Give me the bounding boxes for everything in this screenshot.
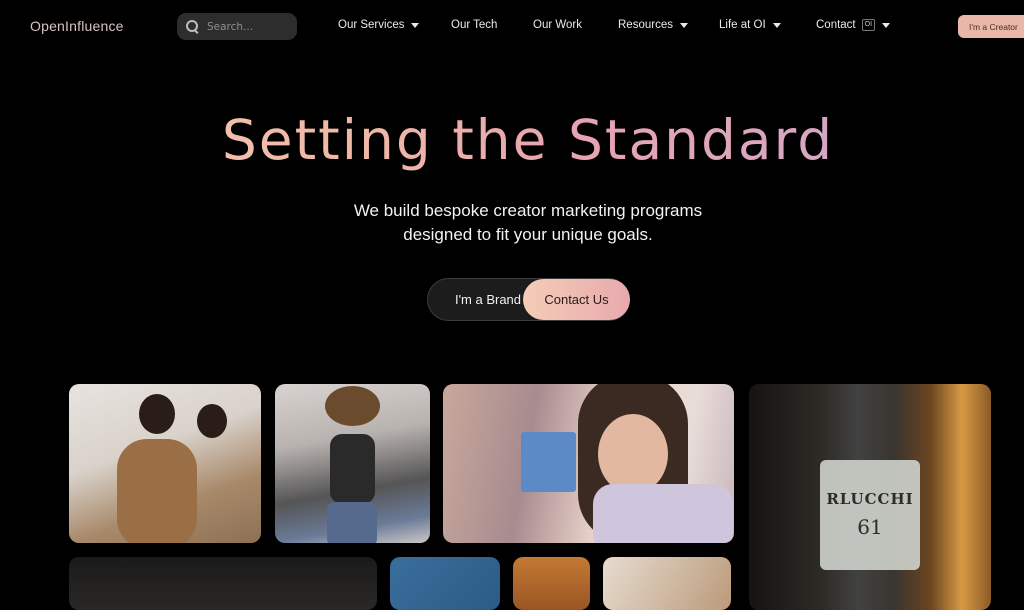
- search-box[interactable]: [177, 13, 297, 40]
- search-input[interactable]: [207, 20, 287, 33]
- gallery-image-creator-phone[interactable]: [443, 384, 734, 543]
- nav-resources[interactable]: Resources: [618, 19, 688, 31]
- wine-label: RLUCCHI 61: [820, 460, 920, 570]
- chevron-down-icon: [679, 22, 688, 28]
- wine-label-number: 61: [857, 515, 883, 539]
- gallery-image-hand[interactable]: [603, 557, 731, 610]
- figure-shirt: [593, 484, 733, 543]
- hero-title: Setting the Standard: [0, 108, 1024, 172]
- site-logo[interactable]: OpenInfluence: [30, 18, 124, 34]
- nav-our-services[interactable]: Our Services: [338, 19, 420, 31]
- mirror-reflection: [197, 404, 227, 438]
- nav-life-at-oi-label: Life at OI: [719, 19, 766, 31]
- gallery-image-dark[interactable]: [69, 557, 377, 610]
- search-icon: [186, 20, 199, 33]
- chevron-down-icon: [882, 22, 891, 28]
- chevron-down-icon: [772, 22, 781, 28]
- nav-our-work-label: Our Work: [533, 19, 582, 31]
- nav-resources-label: Resources: [618, 19, 673, 31]
- chevron-down-icon: [411, 22, 420, 28]
- contact-us-button[interactable]: Contact Us: [523, 279, 630, 320]
- figure-body: [117, 439, 197, 543]
- top-navigation: OpenInfluence Our Services Our Tech Our …: [0, 0, 1024, 54]
- figure-head: [139, 394, 175, 434]
- hero-subtitle-line1: We build bespoke creator marketing progr…: [353, 201, 703, 220]
- nav-contact-label: Contact: [816, 19, 856, 31]
- gallery-image-creator-milk[interactable]: [69, 384, 261, 543]
- nav-our-work[interactable]: Our Work: [533, 19, 582, 31]
- nav-our-tech[interactable]: Our Tech: [451, 19, 497, 31]
- hero-subtitle-line2: designed to fit your unique goals.: [403, 225, 653, 244]
- wine-label-text: RLUCCHI: [826, 490, 914, 508]
- hero-subtitle: We build bespoke creator marketing progr…: [0, 199, 1024, 247]
- nav-contact[interactable]: Contact OI: [816, 19, 891, 31]
- figure-face: [598, 414, 668, 494]
- contact-badge: OI: [861, 19, 876, 31]
- figure-body: [330, 434, 375, 504]
- wall-artwork: [521, 432, 576, 492]
- creator-button[interactable]: I'm a Creator: [958, 15, 1024, 38]
- brand-button[interactable]: I'm a Brand: [428, 279, 538, 320]
- nav-life-at-oi[interactable]: Life at OI: [719, 19, 781, 31]
- nav-our-services-label: Our Services: [338, 19, 405, 31]
- figure-hat: [325, 386, 380, 426]
- gallery-image-blue[interactable]: [390, 557, 500, 610]
- gallery-image-creator-dance[interactable]: [275, 384, 430, 543]
- gallery-image-orange[interactable]: [513, 557, 590, 610]
- nav-our-tech-label: Our Tech: [451, 19, 498, 31]
- cta-group: I'm a Brand Contact Us: [427, 278, 630, 321]
- figure-jeans: [327, 502, 377, 543]
